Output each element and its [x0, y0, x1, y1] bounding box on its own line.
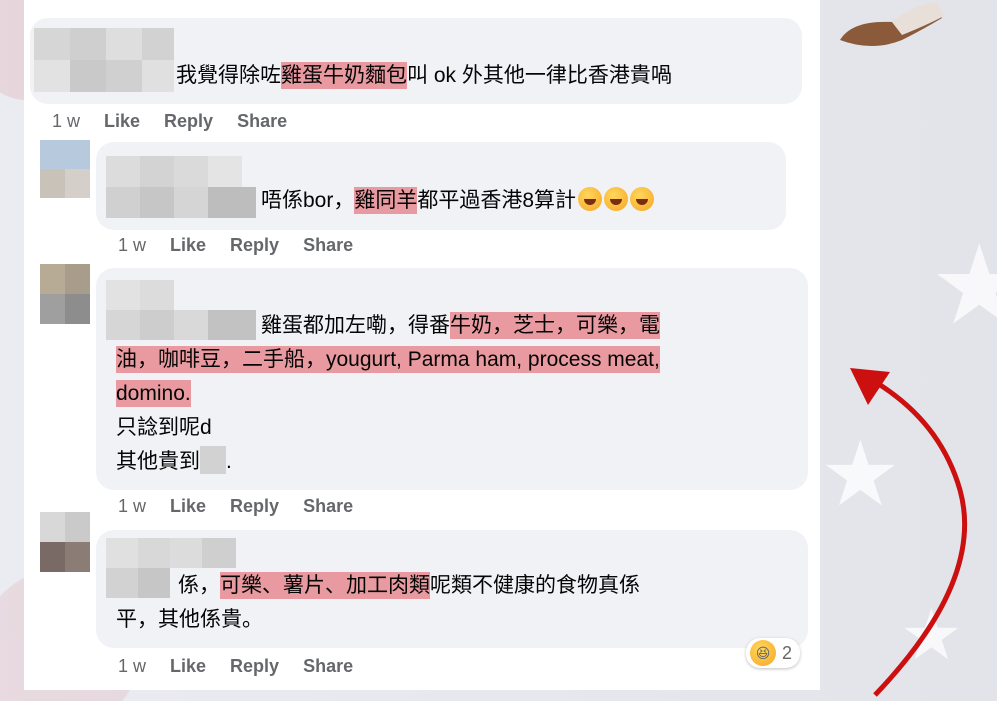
highlighted-text: 牛奶，芝士，可樂，電 — [450, 312, 660, 339]
comment-text: 係，可樂、薯片、加工肉類呢類不健康的食物真係 — [178, 569, 640, 603]
comment-bubble: 係，可樂、薯片、加工肉類呢類不健康的食物真係 平，其他係貴。 — [96, 530, 808, 648]
comment-text-segment: 只諗到呢d — [116, 416, 212, 439]
comment-text-segment: 我覺得除咗 — [176, 64, 281, 87]
comment-text-segment: 呢類不健康的食物真係 — [430, 574, 640, 597]
timestamp-link[interactable]: 1 w — [52, 111, 80, 132]
laughing-emoji-icon: 😆 — [750, 640, 776, 666]
timestamp-link[interactable]: 1 w — [118, 656, 146, 677]
highlighted-text: 雞蛋牛奶麵包 — [281, 62, 407, 89]
comment-text-line: 油，咖啡豆，二手船，yougurt, Parma ham, process me… — [116, 343, 660, 377]
comment-text-segment: 叫 ok 外其他一律比香港貴喎 — [407, 64, 672, 87]
comment-text-line: 平，其他係貴。 — [116, 603, 263, 637]
red-curved-arrow-icon — [850, 368, 968, 697]
comment-bubble: 我覺得除咗雞蛋牛奶麵包叫 ok 外其他一律比香港貴喎 — [30, 18, 802, 104]
reply-button[interactable]: Reply — [230, 496, 279, 517]
share-button[interactable]: Share — [303, 656, 353, 677]
comment-text: 我覺得除咗雞蛋牛奶麵包叫 ok 外其他一律比香港貴喎 — [176, 59, 672, 93]
comment-bubble: 雞蛋都加左嘞，得番牛奶，芝士，可樂，電 油，咖啡豆，二手船，yougurt, P… — [96, 268, 808, 490]
comment-text-segment: 係， — [178, 574, 220, 597]
avatar-blurred — [40, 264, 90, 324]
redacted-block — [200, 446, 226, 474]
reply-button[interactable]: Reply — [230, 235, 279, 256]
avatar-blurred — [40, 140, 90, 198]
comment-text-line: 其他貴到. — [116, 445, 232, 479]
comment-text: 唔係bor，雞同羊都平過香港8算計 — [261, 184, 655, 218]
like-button[interactable]: Like — [170, 496, 206, 517]
commenter-name-blurred — [106, 280, 256, 340]
timestamp-link[interactable]: 1 w — [118, 235, 146, 256]
comment-text-segment: 雞蛋都加左嘞，得番 — [261, 314, 450, 337]
comment-text-segment: . — [226, 450, 232, 473]
comment-text-segment: 平，其他係貴。 — [116, 608, 263, 631]
comment-actions: 1 w Like Reply Share — [118, 496, 377, 517]
highlighted-text: domino. — [116, 380, 191, 407]
reply-button[interactable]: Reply — [164, 111, 213, 132]
reaction-count: 2 — [782, 642, 793, 663]
laughing-emoji-icon — [604, 187, 629, 211]
commenter-name-blurred — [34, 28, 174, 92]
comment-actions: 1 w Like Reply Share — [52, 111, 311, 132]
commenter-name-blurred — [106, 156, 256, 218]
laughing-emoji-icon — [578, 187, 603, 211]
comment-text-line: domino. — [116, 377, 191, 411]
comment-text-segment: 其他貴到 — [116, 450, 200, 473]
share-button[interactable]: Share — [303, 235, 353, 256]
highlighted-text: 油，咖啡豆，二手船，yougurt, Parma ham, process me… — [116, 346, 660, 373]
like-button[interactable]: Like — [170, 235, 206, 256]
comment-text-segment: 唔係bor， — [261, 189, 355, 212]
comments-panel: 我覺得除咗雞蛋牛奶麵包叫 ok 外其他一律比香港貴喎 1 w Like Repl… — [24, 0, 820, 690]
comment-text-line: 只諗到呢d — [116, 411, 212, 445]
avatar-blurred — [40, 512, 90, 572]
laughing-emoji-icon — [630, 187, 655, 211]
comment-bubble: 唔係bor，雞同羊都平過香港8算計 — [96, 142, 786, 230]
share-button[interactable]: Share — [237, 111, 287, 132]
comment-text-segment: 都平過香港8算計 — [417, 189, 577, 212]
highlighted-text: 可樂、薯片、加工肉類 — [220, 572, 430, 599]
highlighted-text: 雞同羊 — [354, 187, 418, 214]
reply-button[interactable]: Reply — [230, 656, 279, 677]
reaction-summary[interactable]: 😆 2 — [746, 638, 801, 668]
like-button[interactable]: Like — [104, 111, 140, 132]
comment-actions: 1 w Like Reply Share — [118, 656, 377, 677]
share-button[interactable]: Share — [303, 496, 353, 517]
timestamp-link[interactable]: 1 w — [118, 496, 146, 517]
comment-actions: 1 w Like Reply Share — [118, 235, 377, 256]
comment-text: 雞蛋都加左嘞，得番牛奶，芝士，可樂，電 — [261, 309, 660, 343]
decorative-figure — [840, 2, 944, 46]
background-star: ★ — [930, 221, 997, 349]
like-button[interactable]: Like — [170, 656, 206, 677]
